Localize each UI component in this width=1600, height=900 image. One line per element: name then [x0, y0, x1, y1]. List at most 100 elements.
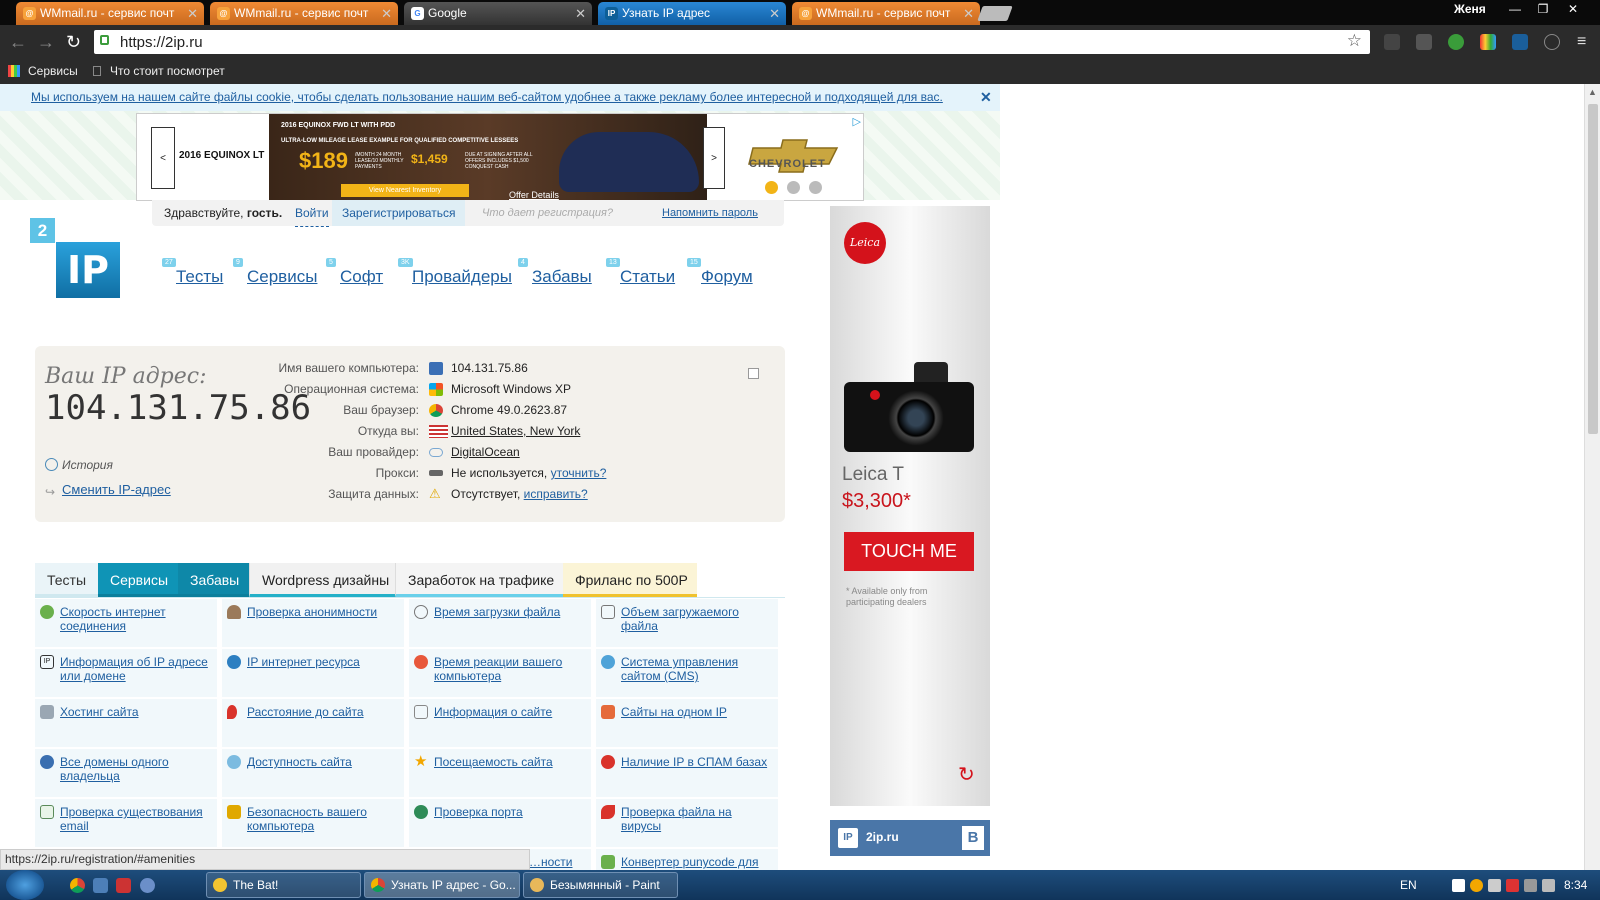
service-item[interactable]: Хостинг сайта	[35, 699, 217, 747]
ad-prev-button[interactable]: <	[151, 127, 175, 189]
service-item[interactable]: Все домены одного владельца	[35, 749, 217, 797]
nav-tests[interactable]: 27 Тесты	[162, 258, 223, 287]
service-item[interactable]: Скорость интернет соединения	[35, 599, 217, 647]
address-bar[interactable]: https://2ip.ru ☆	[94, 30, 1370, 54]
service-item[interactable]: IP Информация об IP адресе или домене	[35, 649, 217, 697]
start-button[interactable]	[6, 870, 44, 900]
chrome-icon[interactable]	[70, 878, 85, 893]
adchoices-icon[interactable]: ▷	[853, 115, 861, 128]
nav-software[interactable]: 5 Софт	[326, 258, 383, 287]
back-icon[interactable]: ←	[9, 33, 27, 51]
extension-icon[interactable]	[1512, 34, 1528, 50]
shield-icon[interactable]	[1506, 879, 1519, 892]
provider-link[interactable]: DigitalOcean	[451, 442, 520, 463]
touch-me-button[interactable]: TOUCH ME	[844, 532, 974, 571]
forward-icon[interactable]: →	[37, 33, 55, 51]
service-item[interactable]: Наличие IP в СПАМ базах	[596, 749, 778, 797]
ad-dot[interactable]	[809, 181, 822, 194]
scroll-up-icon[interactable]: ▲	[1588, 87, 1597, 97]
taskbar-item-paint[interactable]: Безымянный - Paint	[523, 872, 678, 898]
service-item[interactable]: Время загрузки файла	[409, 599, 591, 647]
menu-icon[interactable]: ≡	[1577, 33, 1586, 51]
browser-tab-wmmail-3[interactable]: @ WMmail.ru - сервис почт ✕	[792, 2, 980, 25]
service-item[interactable]: Проверка анонимности	[222, 599, 404, 647]
nav-providers[interactable]: 3K Провайдеры	[398, 258, 512, 287]
ad-dot[interactable]	[765, 181, 778, 194]
group-name[interactable]: 2ip.ru	[866, 830, 899, 844]
ad-photo[interactable]: 2016 EQUINOX FWD LT WITH PDD ULTRA-LOW M…	[269, 114, 707, 202]
extension-icon[interactable]	[1480, 34, 1496, 50]
nav-forum[interactable]: 15 Форум	[687, 258, 753, 287]
service-item[interactable]: Проверка существования email	[35, 799, 217, 847]
browser-tab-google[interactable]: G Google ✕	[404, 2, 592, 25]
desktop-icon[interactable]	[93, 878, 108, 893]
logo-number[interactable]: 2	[30, 218, 55, 243]
tray-icon[interactable]	[1452, 879, 1465, 892]
taskbar-item-thebat[interactable]: The Bat!	[206, 872, 361, 898]
location-link[interactable]: United States, New York	[451, 421, 580, 442]
extension-icon[interactable]	[1416, 34, 1432, 50]
browser-tab-wmmail-2[interactable]: @ WMmail.ru - сервис почт ✕	[210, 2, 398, 25]
cookie-notice-text[interactable]: Мы используем на нашем сайте файлы cooki…	[31, 90, 943, 104]
language-indicator[interactable]: EN	[1400, 878, 1417, 892]
service-item[interactable]: Сайты на одном IP	[596, 699, 778, 747]
remind-password-link[interactable]: Напомнить пароль	[662, 200, 758, 226]
reload-icon[interactable]: ↻	[66, 33, 81, 51]
ad-offer-link[interactable]: Offer Details	[509, 190, 559, 200]
taskbar-item-chrome[interactable]: Узнать IP адрес - Go...	[364, 872, 520, 898]
tab-services[interactable]: Сервисы	[98, 563, 178, 598]
close-icon[interactable]: ✕	[381, 2, 392, 25]
close-icon[interactable]: ✕	[575, 2, 586, 25]
reload-icon[interactable]: ↻	[958, 762, 975, 787]
service-item[interactable]: Расстояние до сайта	[222, 699, 404, 747]
site-logo[interactable]: IP	[56, 242, 120, 298]
service-item[interactable]: Конвертер punycode для	[596, 849, 778, 870]
register-button[interactable]: Зарегистрироваться	[332, 200, 466, 226]
ad-dot[interactable]	[787, 181, 800, 194]
service-item[interactable]: Доступность сайта	[222, 749, 404, 797]
service-item[interactable]: Проверка файла на вирусы	[596, 799, 778, 847]
bookmark-star-icon[interactable]: ☆	[1347, 31, 1362, 51]
url-text[interactable]: https://2ip.ru	[120, 34, 203, 51]
globe-icon[interactable]	[1448, 34, 1464, 50]
protection-fix-link[interactable]: исправить?	[524, 487, 588, 501]
volume-icon[interactable]	[1488, 879, 1501, 892]
bookmark-apps[interactable]: Сервисы	[28, 64, 78, 78]
service-item[interactable]: Время реакции вашего компьютера	[409, 649, 591, 697]
clock[interactable]: 8:34	[1564, 878, 1587, 892]
close-icon[interactable]: ✕	[187, 2, 198, 25]
proxy-clarify-link[interactable]: уточнить?	[551, 466, 607, 480]
scroll-thumb[interactable]	[1588, 104, 1598, 434]
minimize-icon[interactable]: —	[1502, 0, 1528, 18]
vk-icon[interactable]: B	[962, 826, 984, 850]
profile-name[interactable]: Женя	[1454, 2, 1486, 16]
network-icon[interactable]	[1524, 879, 1537, 892]
ad-cta-button[interactable]: View Nearest Inventory	[341, 184, 469, 197]
service-item[interactable]: Проверка порта	[409, 799, 591, 847]
media-icon[interactable]	[140, 878, 155, 893]
service-item[interactable]: IP интернет ресурса	[222, 649, 404, 697]
service-item[interactable]: Система управления сайтом (CMS)	[596, 649, 778, 697]
history-link[interactable]: История	[45, 458, 113, 472]
vk-widget[interactable]: IP 2ip.ru B	[830, 820, 990, 856]
register-benefits-link[interactable]: Что дает регистрация?	[482, 200, 613, 226]
extension-icon[interactable]	[1384, 34, 1400, 50]
tab-tests[interactable]: Тесты	[35, 563, 98, 598]
vertical-scrollbar[interactable]: ▲	[1584, 84, 1600, 870]
copy-checkbox[interactable]	[748, 368, 759, 379]
login-link[interactable]: Войти	[295, 200, 329, 227]
tray-icon[interactable]	[1542, 879, 1555, 892]
tab-freelance[interactable]: Фриланс по 500Р	[563, 563, 697, 598]
nav-articles[interactable]: 13 Статьи	[606, 258, 675, 287]
nav-fun[interactable]: 4 Забавы	[518, 258, 592, 287]
play-icon[interactable]	[1544, 34, 1560, 50]
tab-traffic-earning[interactable]: Заработок на трафике	[396, 563, 563, 598]
close-icon[interactable]: ✕	[980, 84, 992, 111]
flag-icon[interactable]	[116, 878, 131, 893]
service-item[interactable]: Объем загружаемого файла	[596, 599, 778, 647]
new-tab-button[interactable]	[977, 6, 1013, 21]
nav-services[interactable]: 9 Сервисы	[233, 258, 317, 287]
change-ip-link[interactable]: ↪ Сменить IP-адрес	[45, 482, 171, 499]
banner-ad[interactable]: < 2016 EQUINOX LT 2016 EQUINOX FWD LT WI…	[136, 113, 864, 202]
close-icon[interactable]: ✕	[963, 2, 974, 25]
